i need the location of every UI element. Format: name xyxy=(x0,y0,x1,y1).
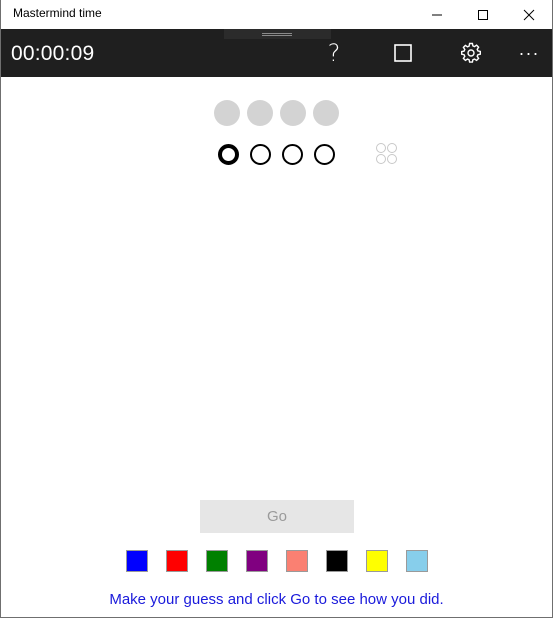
more-button[interactable]: ··· xyxy=(507,29,551,77)
status-message: Make your guess and click Go to see how … xyxy=(109,591,444,608)
maximize-button[interactable] xyxy=(460,0,506,29)
minimize-icon xyxy=(432,14,442,15)
guess-slot-1[interactable] xyxy=(218,144,239,165)
color-swatch-skyblue[interactable] xyxy=(406,550,428,572)
go-button[interactable]: Go xyxy=(200,500,354,533)
color-swatch-yellow[interactable] xyxy=(366,550,388,572)
color-swatch-red[interactable] xyxy=(166,550,188,572)
more-icon: ··· xyxy=(518,42,540,63)
close-button[interactable] xyxy=(506,0,552,29)
minimize-button[interactable] xyxy=(414,0,460,29)
help-icon: ? xyxy=(327,39,341,67)
app-window: Mastermind time 00:00:09 ? ··· Go Make y… xyxy=(0,0,553,618)
feedback-peg xyxy=(376,154,386,164)
color-swatch-purple[interactable] xyxy=(246,550,268,572)
feedback-peg xyxy=(376,143,386,153)
feedback-peg xyxy=(387,143,397,153)
secret-peg xyxy=(280,100,306,126)
color-swatch-black[interactable] xyxy=(326,550,348,572)
maximize-icon xyxy=(478,9,488,20)
color-swatch-salmon[interactable] xyxy=(286,550,308,572)
game-timer: 00:00:09 xyxy=(11,42,95,65)
square-icon xyxy=(394,44,412,62)
secret-peg xyxy=(214,100,240,126)
gear-icon xyxy=(461,42,481,63)
full-screen-button[interactable] xyxy=(381,29,425,77)
guess-slot-3[interactable] xyxy=(282,144,303,165)
settings-button[interactable] xyxy=(449,29,493,77)
app-toolbar: 00:00:09 ? ··· xyxy=(1,29,552,77)
guess-slot-4[interactable] xyxy=(314,144,335,165)
title-bar[interactable]: Mastermind time xyxy=(1,0,552,29)
color-swatch-blue[interactable] xyxy=(126,550,148,572)
help-button[interactable]: ? xyxy=(312,29,356,77)
close-icon xyxy=(523,9,535,20)
window-title: Mastermind time xyxy=(13,6,102,20)
guess-slot-2[interactable] xyxy=(250,144,271,165)
secret-peg xyxy=(313,100,339,126)
feedback-peg xyxy=(387,154,397,164)
color-swatch-green[interactable] xyxy=(206,550,228,572)
secret-peg xyxy=(247,100,273,126)
